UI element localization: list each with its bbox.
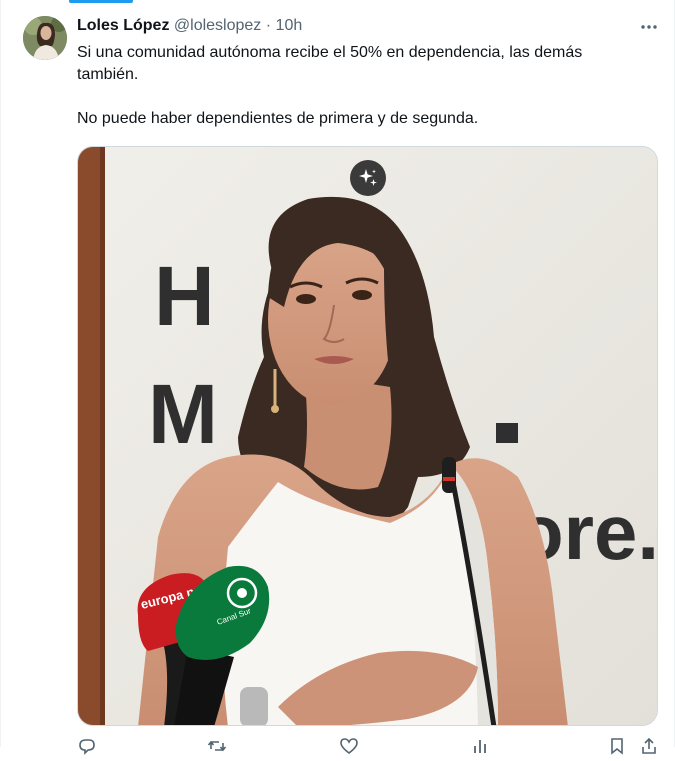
tweet-header: Loles López @loleslopez · 10h [77, 16, 302, 36]
avatar[interactable] [23, 16, 67, 60]
more-icon[interactable] [637, 16, 661, 38]
tweet[interactable]: Loles López @loleslopez · 10h Si una com… [0, 0, 675, 755]
tweet-timestamp[interactable]: 10h [276, 17, 303, 34]
reply-icon[interactable] [77, 736, 97, 761]
share-icon[interactable] [639, 736, 659, 761]
like-icon[interactable] [339, 736, 359, 761]
tweet-actions [77, 736, 658, 756]
backdrop-text-2: M [148, 367, 218, 461]
tweet-text: Si una comunidad autónoma recibe el 50% … [77, 42, 647, 130]
sparkle-icon[interactable] [350, 160, 386, 196]
separator-dot: · [265, 17, 272, 34]
views-icon[interactable] [471, 736, 491, 761]
retweet-icon[interactable] [207, 736, 227, 761]
backdrop-text-1: H [154, 249, 215, 343]
media-photo: H M ore. europa press Canal Sur [78, 147, 657, 725]
tab-indicator [69, 0, 133, 3]
tweet-paragraph-2: No puede haber dependientes de primera y… [77, 110, 479, 127]
tweet-paragraph-1: Si una comunidad autónoma recibe el 50% … [77, 44, 583, 83]
tweet-media-image[interactable]: H M ore. europa press Canal Sur [77, 146, 658, 726]
author-handle[interactable]: @loleslopez [174, 17, 261, 34]
bookmark-icon[interactable] [607, 736, 627, 761]
author-name[interactable]: Loles López [77, 17, 169, 34]
